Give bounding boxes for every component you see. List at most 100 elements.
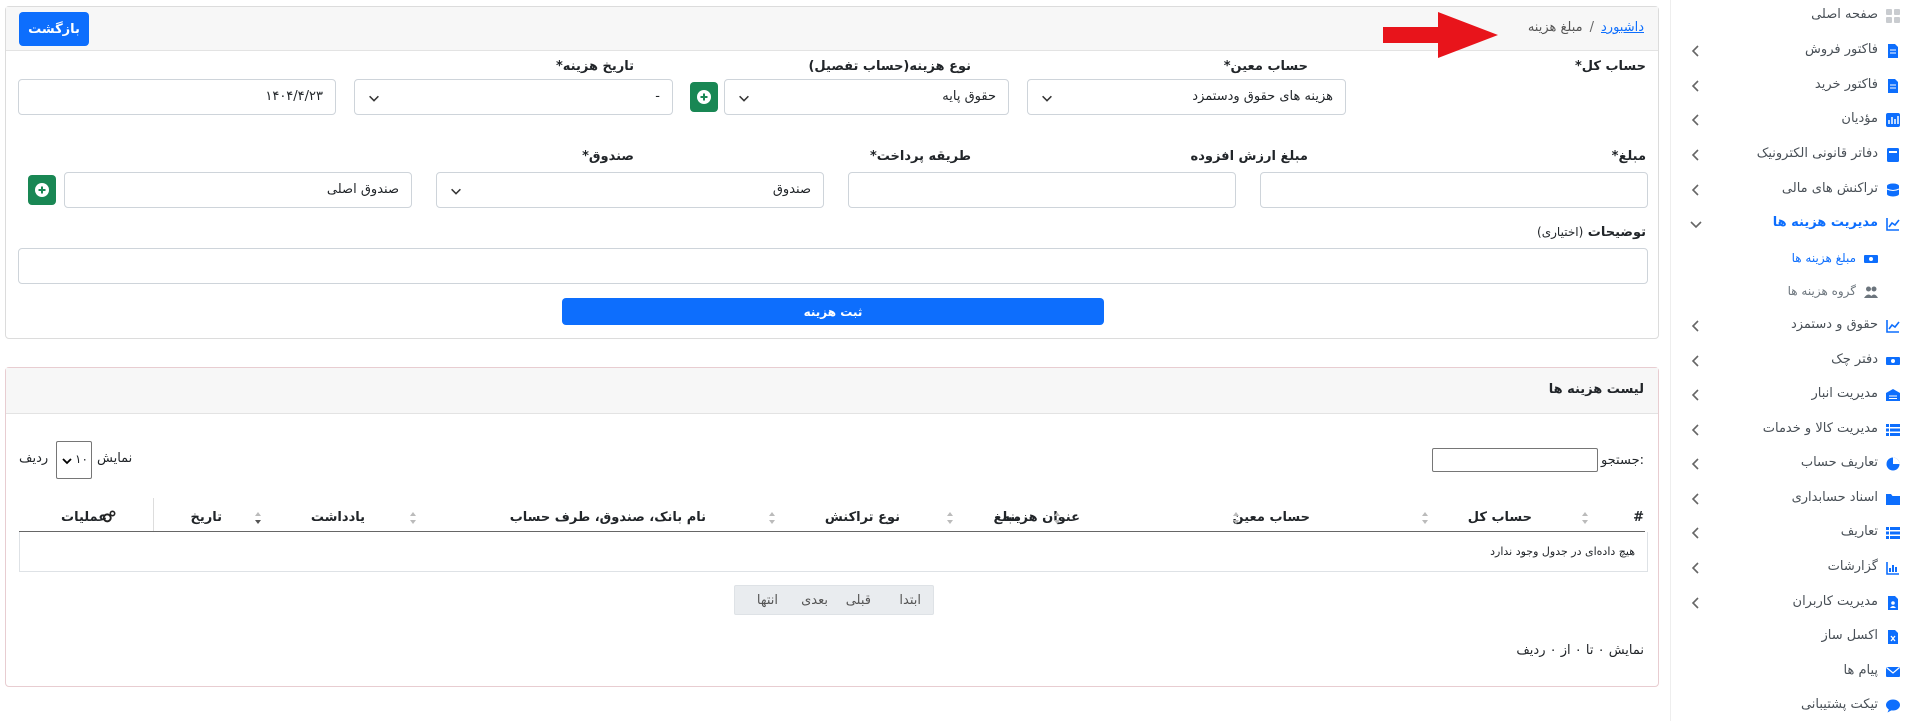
page-length-value: ۱۰: [75, 452, 88, 466]
pagination-next[interactable]: بعدی: [801, 593, 828, 608]
vat-input[interactable]: [848, 172, 1236, 208]
sidebar-item-label: تعاریف: [1840, 524, 1878, 539]
payment-method-label: طریقه پرداخت*: [869, 149, 971, 164]
sidebar-item-financial-transactions[interactable]: تراکنش های مالی: [1670, 176, 1914, 204]
expense-type-select[interactable]: -: [354, 79, 673, 115]
sidebar-subitem-expense-amount[interactable]: مبلغ هزینه ها: [1670, 245, 1914, 273]
gears-icon: [102, 510, 116, 523]
add-fund-button[interactable]: [28, 175, 56, 205]
description-label-text: توضیحات: [1587, 225, 1646, 240]
sidebar-subitem-expense-groups[interactable]: گروه هزینه ها: [1670, 278, 1914, 306]
chevron-left-icon: [1688, 422, 1704, 438]
account-total-label: حساب کل*: [1574, 59, 1646, 74]
chevron-left-icon: [1688, 78, 1704, 94]
breadcrumb: داشبورد / مبلغ هزینه: [1528, 20, 1644, 35]
chevron-down-icon: [367, 91, 381, 105]
line-chart-icon: [1886, 217, 1900, 231]
amount-input[interactable]: [1260, 172, 1648, 208]
vat-label: مبلغ ارزش افزوده: [1190, 149, 1308, 164]
chevron-left-icon: [1688, 387, 1704, 403]
chevron-left-icon: [1688, 182, 1704, 198]
sidebar-item-purchase-invoice[interactable]: فاکتور خرید: [1670, 72, 1914, 100]
chart-icon: [1886, 561, 1900, 575]
sidebar-item-checkbook[interactable]: دفتر چک: [1670, 347, 1914, 375]
sort-icon: [1053, 509, 1061, 527]
sidebar-item-products-services[interactable]: مدیریت کالا و خدمات: [1670, 416, 1914, 444]
search-input[interactable]: [1432, 448, 1598, 472]
empty-table-message: هیچ داده‌ای در جدول وجود ندارد: [1490, 545, 1635, 558]
chevron-left-icon: [1688, 43, 1704, 59]
chevron-left-icon: [1688, 595, 1704, 611]
sidebar-item-label: فاکتور خرید: [1814, 77, 1878, 92]
add-moein-button[interactable]: [690, 82, 718, 112]
sidebar-item-label: دفتر چک: [1831, 352, 1878, 367]
sidebar-item-messages[interactable]: پیام ها: [1670, 658, 1914, 686]
page-length-select[interactable]: ۱۰: [56, 441, 92, 479]
expense-date-value: ۱۴۰۴/۴/۲۳: [265, 89, 323, 104]
sidebar-item-definitions[interactable]: تعاریف: [1670, 519, 1914, 547]
sidebar-item-warehouse[interactable]: مدیریت انبار: [1670, 381, 1914, 409]
fund-select[interactable]: صندوق اصلی: [64, 172, 412, 208]
expense-form-card: بازگشت داشبورد / مبلغ هزینه حساب کل* حساب …: [5, 6, 1659, 339]
sidebar-item-label: مدیریت انبار: [1811, 386, 1879, 401]
payment-method-value: صندوق: [772, 182, 811, 197]
sidebar-item-label: اسناد حسابداری: [1791, 490, 1878, 505]
sidebar-item-taxpayers[interactable]: مؤدیان: [1670, 106, 1914, 134]
payment-method-select[interactable]: صندوق: [436, 172, 824, 208]
sidebar-item-reports[interactable]: گزارشات: [1670, 554, 1914, 582]
sidebar-item-home[interactable]: صفحه اصلی: [1670, 2, 1914, 30]
chat-icon: [1886, 699, 1900, 713]
chevron-down-icon: [737, 91, 751, 105]
search-label: جستجو:: [1600, 453, 1644, 468]
sidebar-item-payroll[interactable]: حقوق و دستمزد: [1670, 312, 1914, 340]
sidebar-item-account-definitions[interactable]: تعاریف حساب: [1670, 450, 1914, 478]
sort-icon: [1232, 509, 1240, 527]
sidebar-item-e-ledgers[interactable]: دفاتر قانونی الکترونیک: [1670, 141, 1914, 169]
sort-icon: [946, 509, 954, 527]
sidebar-item-user-management[interactable]: مدیریت کاربران: [1670, 589, 1914, 617]
pagination: ابتدا قبلی بعدی انتها: [734, 585, 934, 615]
pagination-prev[interactable]: قبلی: [846, 593, 871, 608]
sidebar-item-excel-builder[interactable]: اکسل ساز: [1670, 623, 1914, 651]
chevron-down-icon: [449, 184, 463, 198]
page-length-prefix: نمایش: [97, 451, 133, 466]
chevron-left-icon: [1688, 491, 1704, 507]
grid-icon: [1886, 9, 1900, 23]
sidebar-item-label: مدیریت کالا و خدمات: [1762, 421, 1878, 436]
coins-icon: [1886, 183, 1900, 197]
expense-type-label: نوع هزینه(حساب تفصیل): [808, 59, 971, 74]
sidebar-item-label: تراکنش های مالی: [1781, 181, 1878, 196]
chevron-left-icon: [1688, 525, 1704, 541]
account-total-select[interactable]: هزینه های حقوق ودستمزد: [1027, 79, 1346, 115]
description-label: توضیحات (اختیاری): [1537, 225, 1646, 240]
sidebar-item-sales-invoice[interactable]: فاکتور فروش: [1670, 37, 1914, 65]
back-button[interactable]: بازگشت: [19, 12, 89, 46]
sidebar-item-label: مدیریت هزینه ها: [1772, 215, 1878, 230]
breadcrumb-home-link[interactable]: داشبورد: [1601, 20, 1644, 35]
sidebar-item-accounting-documents[interactable]: اسناد حسابداری: [1670, 485, 1914, 513]
account-moein-select[interactable]: حقوق پایه: [724, 79, 1009, 115]
chevron-left-icon: [1688, 456, 1704, 472]
submit-expense-button[interactable]: ثبت هزینه: [562, 298, 1104, 325]
pagination-last[interactable]: انتها: [757, 593, 778, 608]
list-icon: [1886, 423, 1900, 437]
sidebar-item-expense-management[interactable]: مدیریت هزینه ها: [1670, 210, 1914, 238]
column-divider: [153, 498, 154, 532]
sidebar-item-label: پیام ها: [1843, 663, 1879, 678]
pagination-first[interactable]: ابتدا: [899, 593, 921, 608]
chevron-down-icon: [1040, 91, 1054, 105]
expense-date-label: تاریخ هزینه*: [556, 59, 634, 74]
invoice-icon: [1886, 44, 1900, 58]
sidebar-item-support-ticket[interactable]: تیکت پشتیبانی: [1670, 692, 1914, 720]
sidebar: صفحه اصلی فاکتور فروش فاکتور خرید مؤدیان…: [1670, 0, 1914, 721]
account-moein-label: حساب معین*: [1223, 59, 1308, 74]
invoice-icon: [1886, 79, 1900, 93]
red-arrow-annotation: [1383, 12, 1498, 58]
chevron-down-icon: [61, 455, 73, 467]
table-empty-row: هیچ داده‌ای در جدول وجود ندارد: [19, 532, 1648, 572]
amount-label: مبلغ*: [1611, 149, 1646, 164]
sidebar-item-label: گروه هزینه ها: [1787, 284, 1856, 298]
expense-date-input[interactable]: ۱۴۰۴/۴/۲۳: [18, 79, 336, 115]
sidebar-item-label: صفحه اصلی: [1811, 7, 1878, 22]
description-input[interactable]: [18, 248, 1648, 284]
